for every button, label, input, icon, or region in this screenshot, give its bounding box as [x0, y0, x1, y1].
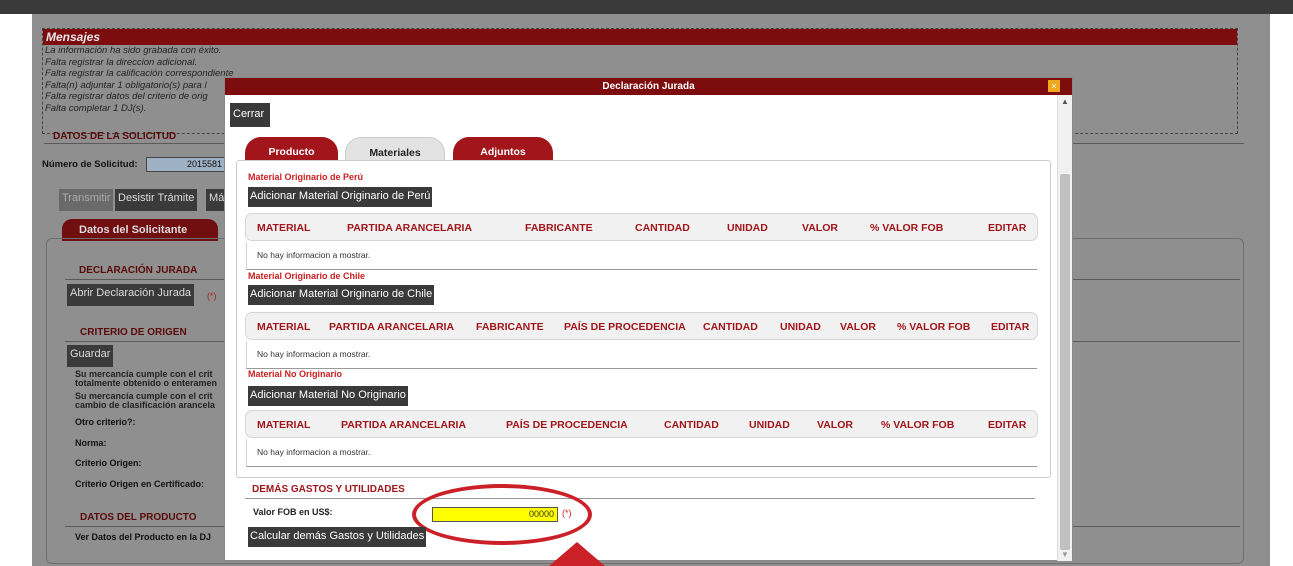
- pointer-arrow-icon: [549, 542, 605, 566]
- column-header[interactable]: PAÍS DE PROCEDENCIA: [506, 419, 628, 431]
- calcular-gastos-button[interactable]: Calcular demás Gastos y Utilidades: [248, 527, 427, 547]
- numero-solicitud-field[interactable]: 2015581: [146, 157, 226, 172]
- norma-label: Norma:: [75, 438, 107, 448]
- column-header[interactable]: UNIDAD: [727, 222, 768, 234]
- column-header[interactable]: VALOR: [817, 419, 853, 431]
- adicionar-peru-button[interactable]: Adicionar Material Originario de Perú: [248, 187, 433, 207]
- scroll-up-icon[interactable]: ▲: [1061, 97, 1069, 106]
- column-header[interactable]: PARTIDA ARANCELARIA: [341, 419, 466, 431]
- column-header[interactable]: FABRICANTE: [476, 321, 544, 333]
- column-header[interactable]: % VALOR FOB: [881, 419, 954, 431]
- chile-empty-row: No hay informacion a mostrar.: [246, 341, 1037, 369]
- no-originario-empty-row: No hay informacion a mostrar.: [246, 439, 1037, 467]
- chile-table-header: MATERIAL PARTIDA ARANCELARIA FABRICANTE …: [245, 312, 1038, 340]
- gastos-section-title: DEMÁS GASTOS Y UTILIDADES: [252, 484, 405, 495]
- tab-materiales[interactable]: Materiales: [345, 137, 445, 161]
- column-header[interactable]: CANTIDAD: [703, 321, 758, 333]
- column-header[interactable]: MATERIAL: [257, 419, 310, 431]
- peru-heading: Material Originario de Perú: [248, 172, 364, 182]
- scroll-down-icon[interactable]: ▼: [1061, 550, 1069, 559]
- tab-adjuntos[interactable]: Adjuntos: [453, 137, 553, 161]
- criterio-cert-label: Criterio Origen en Certificado:: [75, 479, 205, 489]
- column-header[interactable]: % VALOR FOB: [897, 321, 970, 333]
- guardar-button[interactable]: Guardar: [67, 345, 114, 367]
- column-header[interactable]: EDITAR: [988, 222, 1026, 234]
- no-originario-table-header: MATERIAL PARTIDA ARANCELARIA PAÍS DE PRO…: [245, 410, 1038, 438]
- highlight-ellipse: [412, 484, 592, 545]
- column-header[interactable]: VALOR: [840, 321, 876, 333]
- criterio-section-title: CRITERIO DE ORIGEN: [80, 327, 187, 338]
- required-marker: (*): [207, 291, 217, 301]
- criterio-text: totalmente obtenido o enteramen: [75, 378, 218, 388]
- numero-solicitud-label: Número de Solicitud:: [42, 159, 138, 170]
- divider: [245, 498, 1035, 499]
- adicionar-chile-button[interactable]: Adicionar Material Originario de Chile: [248, 285, 435, 305]
- modal-title: Declaración Jurada: [225, 78, 1072, 95]
- otro-criterio-label: Otro criterio?:: [75, 417, 136, 427]
- column-header[interactable]: PARTIDA ARANCELARIA: [329, 321, 454, 333]
- column-header[interactable]: CANTIDAD: [664, 419, 719, 431]
- desistir-tramite-button[interactable]: Desistir Trámite: [115, 189, 198, 211]
- scrollbar[interactable]: ▲ ▼: [1057, 95, 1072, 561]
- transmitir-button[interactable]: Transmitir: [59, 189, 114, 211]
- column-header[interactable]: EDITAR: [988, 419, 1026, 431]
- criterio-text: cambio de clasificación arancela: [75, 400, 216, 410]
- column-header[interactable]: CANTIDAD: [635, 222, 690, 234]
- criterio-origen-label: Criterio Origen:: [75, 458, 142, 468]
- tab-producto[interactable]: Producto: [245, 137, 338, 161]
- no-originario-heading: Material No Originario: [248, 369, 343, 379]
- valor-fob-label: Valor FOB en US$:: [253, 507, 333, 517]
- dj-section-title: DECLARACIÓN JURADA: [79, 265, 198, 276]
- column-header[interactable]: MATERIAL: [257, 321, 310, 333]
- column-header[interactable]: UNIDAD: [749, 419, 790, 431]
- abrir-declaracion-button[interactable]: Abrir Declaración Jurada: [67, 284, 195, 306]
- peru-table-header: MATERIAL PARTIDA ARANCELARIA FABRICANTE …: [245, 213, 1038, 241]
- message-line: La información ha sido grabada con éxito…: [45, 45, 222, 56]
- column-header[interactable]: PARTIDA ARANCELARIA: [347, 222, 472, 234]
- producto-section-title: DATOS DEL PRODUCTO: [80, 512, 197, 523]
- column-header[interactable]: FABRICANTE: [525, 222, 593, 234]
- column-header[interactable]: UNIDAD: [780, 321, 821, 333]
- column-header[interactable]: MATERIAL: [257, 222, 310, 234]
- peru-empty-row: No hay informacion a mostrar.: [246, 242, 1037, 270]
- declaracion-jurada-modal: Declaración Jurada × ▲ ▼ Cerrar Producto…: [224, 77, 1073, 561]
- scrollbar-thumb[interactable]: [1060, 174, 1070, 550]
- ver-producto-link[interactable]: Ver Datos del Producto en la DJ: [75, 532, 211, 542]
- message-line: Falta registrar la direccion adicional.: [45, 56, 198, 68]
- chile-heading: Material Originario de Chile: [248, 271, 366, 281]
- messages-title: Mensajes: [43, 29, 1237, 45]
- solicitud-section-title: DATOS DE LA SOLICITUD: [53, 131, 177, 142]
- close-icon[interactable]: ×: [1048, 80, 1060, 92]
- column-header[interactable]: PAÍS DE PROCEDENCIA: [564, 321, 686, 333]
- column-header[interactable]: % VALOR FOB: [870, 222, 943, 234]
- adicionar-no-originario-button[interactable]: Adicionar Material No Originario: [248, 386, 408, 406]
- column-header[interactable]: EDITAR: [991, 321, 1029, 333]
- top-bar: [0, 0, 1293, 14]
- cerrar-button[interactable]: Cerrar: [230, 103, 270, 127]
- column-header[interactable]: VALOR: [802, 222, 838, 234]
